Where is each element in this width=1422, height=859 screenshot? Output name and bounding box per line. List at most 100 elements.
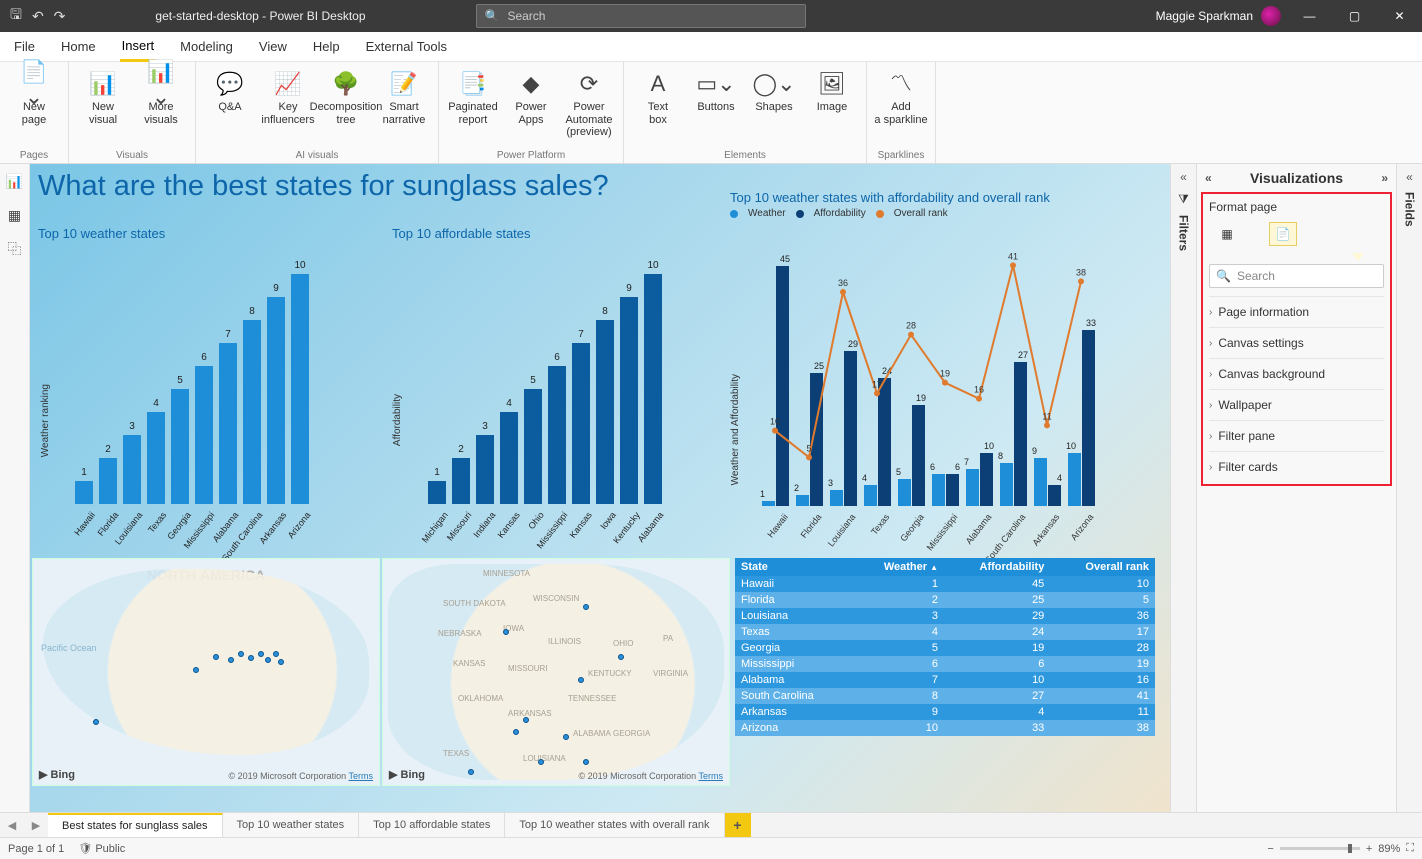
map-pin[interactable] — [513, 729, 519, 735]
global-search[interactable]: 🔍 Search — [476, 4, 806, 28]
page-tab[interactable]: Top 10 affordable states — [359, 813, 505, 837]
format-page-icon[interactable]: 📄 — [1269, 222, 1297, 246]
table-row[interactable]: South Carolina82741 — [735, 688, 1155, 704]
table-header[interactable]: Weather ▲ — [852, 558, 944, 576]
bar[interactable]: 3Louisiana — [123, 435, 141, 504]
ribbon-text-box[interactable]: ATextbox — [630, 66, 686, 130]
bar[interactable]: 4Texas — [147, 412, 165, 504]
map2[interactable]: MINNESOTASOUTH DAKOTAWISCONSINNEBRASKAIO… — [382, 558, 730, 786]
ribbon-new-visual[interactable]: 📊Newvisual — [75, 66, 131, 130]
chevron-right-icon[interactable]: » — [1381, 171, 1388, 185]
bar[interactable]: 6Mississippi — [548, 366, 566, 504]
maximize-button[interactable]: ▢ — [1332, 0, 1377, 32]
map-pin[interactable] — [618, 654, 624, 660]
bar[interactable]: 3Indiana — [476, 435, 494, 504]
viz-search[interactable]: 🔍 Search — [1209, 264, 1384, 288]
table-row[interactable]: Georgia51928 — [735, 640, 1155, 656]
ribbon-q-a[interactable]: 💬Q&A — [202, 66, 258, 118]
map-pin[interactable] — [468, 769, 474, 775]
map-pin[interactable] — [213, 654, 219, 660]
bar[interactable]: 8Iowa — [596, 320, 614, 504]
bar[interactable]: 9Kentucky — [620, 297, 638, 504]
menu-help[interactable]: Help — [311, 33, 342, 60]
bar[interactable]: 10Alabama — [644, 274, 662, 504]
map-pin[interactable] — [265, 657, 271, 663]
bar[interactable]: 1Hawaii — [75, 481, 93, 504]
bar[interactable]: 2Florida — [99, 458, 117, 504]
menu-file[interactable]: File — [12, 33, 37, 60]
map-pin[interactable] — [238, 651, 244, 657]
map-pin[interactable] — [248, 655, 254, 661]
format-category-canvas-background[interactable]: ›Canvas background — [1209, 358, 1384, 389]
table-row[interactable]: Louisiana32936 — [735, 608, 1155, 624]
table-row[interactable]: Arkansas9411 — [735, 704, 1155, 720]
ribbon-power-automate-preview-[interactable]: ⟳PowerAutomate (preview) — [561, 66, 617, 143]
minimize-button[interactable]: — — [1287, 0, 1332, 32]
table-header[interactable]: Affordability — [944, 558, 1050, 576]
menu-external-tools[interactable]: External Tools — [364, 33, 449, 60]
tab-scroll-left[interactable]: ◀ — [0, 813, 24, 837]
map-pin[interactable] — [273, 651, 279, 657]
table-header[interactable]: Overall rank — [1050, 558, 1155, 576]
report-canvas[interactable]: What are the best states for sunglass sa… — [30, 164, 1170, 812]
table-row[interactable]: Arizona103338 — [735, 720, 1155, 736]
ribbon-shapes[interactable]: ◯⌄Shapes — [746, 66, 802, 118]
ribbon-key-influencers[interactable]: 📈Keyinfluencers — [260, 66, 316, 130]
undo-icon[interactable]: ↶ — [32, 8, 44, 25]
ribbon-buttons[interactable]: ▭⌄Buttons — [688, 66, 744, 118]
ribbon-decomposition-tree[interactable]: 🌳Decompositiontree — [318, 66, 374, 130]
map-pin[interactable] — [578, 677, 584, 683]
save-icon[interactable]: 🖫 — [10, 4, 22, 28]
map1[interactable]: NORTH AMERICA Pacific Ocean ▶ Bing © 201… — [32, 558, 380, 786]
close-button[interactable]: ✕ — [1377, 0, 1422, 32]
map-pin[interactable] — [583, 759, 589, 765]
bar[interactable]: 6Mississippi — [195, 366, 213, 504]
ribbon-add-a-sparkline[interactable]: 〽Adda sparkline — [873, 66, 929, 130]
zoom-control[interactable]: − + 89% ⛶ — [1267, 842, 1414, 855]
ribbon-image[interactable]: 🖼Image — [804, 66, 860, 118]
zoom-in-icon[interactable]: + — [1366, 843, 1372, 855]
chevron-left-icon[interactable]: « — [1205, 171, 1212, 185]
ribbon-paginated-report[interactable]: 📑Paginatedreport — [445, 66, 501, 130]
fit-page-icon[interactable]: ⛶ — [1406, 842, 1414, 855]
bar[interactable]: 5Ohio — [524, 389, 542, 504]
report-view-icon[interactable]: 📊 — [4, 170, 26, 192]
ribbon-new-page[interactable]: 📄⌄Newpage — [6, 66, 62, 130]
menu-modeling[interactable]: Modeling — [178, 33, 235, 60]
table-row[interactable]: Alabama71016 — [735, 672, 1155, 688]
bar[interactable]: 10Arizona — [291, 274, 309, 504]
bar[interactable]: 5Georgia — [171, 389, 189, 504]
bar[interactable]: 2Missouri — [452, 458, 470, 504]
table-row[interactable]: Florida2255 — [735, 592, 1155, 608]
format-category-filter-cards[interactable]: ›Filter cards — [1209, 451, 1384, 482]
add-page-button[interactable]: + — [725, 813, 751, 837]
ribbon-more-visuals[interactable]: 📊⌄Morevisuals — [133, 66, 189, 130]
table-row[interactable]: Texas42417 — [735, 624, 1155, 640]
page-tab[interactable]: Best states for sunglass sales — [48, 813, 223, 837]
filters-pane-collapsed[interactable]: « ⧩ Filters — [1170, 164, 1196, 812]
format-category-canvas-settings[interactable]: ›Canvas settings — [1209, 327, 1384, 358]
menu-insert[interactable]: Insert — [120, 32, 157, 62]
table-row[interactable]: Hawaii14510 — [735, 576, 1155, 592]
bar[interactable]: 7Kansas — [572, 343, 590, 504]
page-tab[interactable]: Top 10 weather states — [223, 813, 360, 837]
map-pin[interactable] — [538, 759, 544, 765]
map-pin[interactable] — [93, 719, 99, 725]
map-pin[interactable] — [563, 734, 569, 740]
model-view-icon[interactable]: ⿻ — [4, 238, 26, 260]
user-account[interactable]: Maggie Sparkman — [1156, 6, 1287, 26]
chart3[interactable]: 145Hawaii225Florida329Louisiana424Texas5… — [760, 244, 1150, 506]
zoom-out-icon[interactable]: − — [1267, 843, 1273, 855]
menu-home[interactable]: Home — [59, 33, 98, 60]
map-pin[interactable] — [228, 657, 234, 663]
ribbon-power-apps[interactable]: ◆PowerApps — [503, 66, 559, 130]
bar[interactable]: 4Kansas — [500, 412, 518, 504]
map-pin[interactable] — [523, 717, 529, 723]
fields-pane-collapsed[interactable]: « Fields — [1396, 164, 1422, 812]
format-category-wallpaper[interactable]: ›Wallpaper — [1209, 389, 1384, 420]
bar[interactable]: 7Alabama — [219, 343, 237, 504]
format-category-filter-pane[interactable]: ›Filter pane — [1209, 420, 1384, 451]
table-row[interactable]: Mississippi6619 — [735, 656, 1155, 672]
tab-scroll-right[interactable]: ▶ — [24, 813, 48, 837]
map-pin[interactable] — [503, 629, 509, 635]
